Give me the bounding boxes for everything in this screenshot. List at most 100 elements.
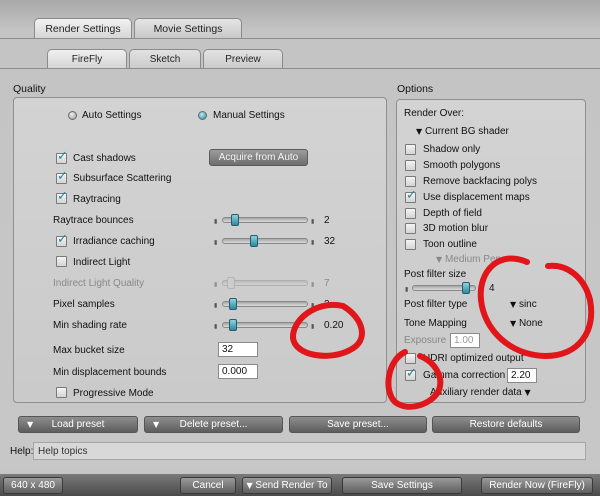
subsurface-label: Subsurface Scattering	[73, 173, 172, 184]
gamma-field[interactable]: 2.20	[507, 368, 537, 383]
remove-backfacing-checkbox[interactable]	[405, 176, 416, 187]
dropdown-arrow-icon: ▼	[246, 481, 253, 490]
slider-max-mark: ▮	[311, 219, 315, 225]
load-preset-button[interactable]: ▼ Load preset	[18, 416, 138, 433]
quality-title: Quality	[13, 83, 46, 95]
exposure-field: 1.00	[450, 333, 480, 348]
post-filter-type-label: Post filter type	[404, 299, 468, 310]
slider-thumb[interactable]	[229, 319, 237, 331]
irradiance-value: 32	[324, 236, 336, 247]
dropdown-arrow-icon: ▼	[27, 420, 34, 429]
post-filter-size-label: Post filter size	[404, 269, 467, 280]
options-title: Options	[397, 83, 434, 95]
remove-backfacing-label: Remove backfacing polys	[423, 176, 537, 187]
help-topics-text: Help topics	[38, 446, 88, 457]
use-displacement-checkbox[interactable]	[405, 188, 417, 203]
slider-thumb[interactable]	[227, 277, 235, 289]
irradiance-caching-checkbox[interactable]	[56, 232, 68, 247]
slider-min-mark: ▮	[214, 282, 218, 288]
indirect-light-label: Indirect Light	[73, 257, 131, 268]
medium-pen-value: Medium Pen	[444, 254, 502, 265]
delete-preset-label: Delete preset...	[179, 419, 248, 430]
max-bucket-size-label: Max bucket size	[53, 345, 125, 356]
slider-min-mark: ▮	[214, 324, 218, 330]
save-settings-button[interactable]: Save Settings	[342, 477, 462, 494]
depth-of-field-checkbox[interactable]	[405, 208, 416, 219]
motion-blur-checkbox[interactable]	[405, 223, 416, 234]
indirect-quality-slider	[222, 277, 308, 289]
progressive-mode-label: Progressive Mode	[73, 388, 154, 399]
tone-mapping-label: Tone Mapping	[404, 318, 467, 329]
slider-max-mark: ▮	[479, 287, 483, 293]
render-now-button[interactable]: Render Now (FireFly)	[481, 477, 593, 494]
pixel-samples-slider[interactable]	[222, 298, 308, 310]
progressive-mode-checkbox[interactable]	[56, 387, 67, 398]
render-over-label: Render Over:	[404, 108, 465, 119]
shadow-only-label: Shadow only	[423, 144, 481, 155]
subtab-divider	[0, 68, 600, 69]
manual-settings-radio[interactable]	[198, 111, 207, 120]
cancel-button[interactable]: Cancel	[180, 477, 236, 494]
help-box	[33, 442, 586, 460]
indirect-light-checkbox[interactable]	[56, 256, 67, 267]
render-over-value: Current BG shader	[424, 126, 509, 137]
render-over-dropdown[interactable]: ▼ Current BG shader	[416, 126, 509, 137]
raytracing-checkbox[interactable]	[56, 189, 68, 204]
slider-thumb[interactable]	[229, 298, 237, 310]
toon-outline-checkbox[interactable]	[405, 239, 416, 250]
acquire-from-auto-button[interactable]: Acquire from Auto	[209, 149, 308, 166]
dropdown-arrow-icon: ▼	[510, 319, 517, 328]
indirect-quality-label: Indirect Light Quality	[53, 278, 145, 289]
tone-mapping-value: None	[518, 318, 543, 329]
tab-firefly[interactable]: FireFly	[47, 49, 127, 68]
raytrace-bounces-slider[interactable]	[222, 214, 308, 226]
gamma-correction-checkbox[interactable]	[405, 366, 417, 381]
auto-settings-radio[interactable]	[68, 111, 77, 120]
dropdown-arrow-icon: ▼	[153, 420, 160, 429]
hdri-output-checkbox[interactable]	[405, 353, 416, 364]
send-render-to-button[interactable]: ▼ Send Render To	[242, 477, 332, 494]
indirect-quality-value: 7	[324, 278, 330, 289]
tab-render-settings[interactable]: Render Settings	[34, 18, 132, 38]
medium-pen-dropdown: ▼ Medium Pen	[436, 254, 501, 265]
depth-of-field-label: Depth of field	[423, 208, 482, 219]
restore-defaults-button[interactable]: Restore defaults	[432, 416, 580, 433]
max-bucket-size-field[interactable]: 32	[218, 342, 258, 357]
min-displacement-field[interactable]: 0.000	[218, 364, 258, 379]
slider-thumb[interactable]	[231, 214, 239, 226]
post-filter-type-value: sinc	[518, 299, 537, 310]
exposure-label: Exposure	[404, 335, 447, 346]
gamma-correction-label: Gamma correction	[423, 370, 506, 381]
delete-preset-button[interactable]: ▼ Delete preset...	[144, 416, 283, 433]
dropdown-arrow-icon: ▼	[510, 300, 517, 309]
auxiliary-render-data-dropdown[interactable]: Auxiliary render data ▼	[430, 387, 531, 398]
shadow-only-checkbox[interactable]	[405, 144, 416, 155]
subsurface-checkbox[interactable]	[56, 169, 68, 184]
tone-mapping-dropdown[interactable]: ▼ None	[510, 318, 543, 329]
slider-thumb[interactable]	[250, 235, 258, 247]
post-filter-type-dropdown[interactable]: ▼ sinc	[510, 299, 537, 310]
tab-preview[interactable]: Preview	[203, 49, 283, 68]
min-shading-rate-label: Min shading rate	[53, 320, 127, 331]
auto-settings-label: Auto Settings	[82, 110, 142, 121]
auxiliary-render-data-label: Auxiliary render data	[430, 387, 522, 398]
post-filter-size-slider[interactable]	[412, 282, 476, 294]
dropdown-arrow-icon: ▼	[416, 127, 423, 136]
min-shading-rate-slider[interactable]	[222, 319, 308, 331]
save-preset-button[interactable]: Save preset...	[289, 416, 427, 433]
irradiance-slider[interactable]	[222, 235, 308, 247]
send-render-to-label: Send Render To	[255, 480, 328, 491]
tab-sketch[interactable]: Sketch	[129, 49, 201, 68]
slider-thumb[interactable]	[462, 282, 470, 294]
slider-max-mark: ▮	[311, 282, 315, 288]
smooth-polygons-checkbox[interactable]	[405, 160, 416, 171]
cast-shadows-checkbox[interactable]	[56, 149, 68, 164]
smooth-polygons-label: Smooth polygons	[423, 160, 501, 171]
tab-movie-settings[interactable]: Movie Settings	[134, 18, 242, 38]
min-displacement-label: Min displacement bounds	[53, 367, 167, 378]
cast-shadows-label: Cast shadows	[73, 153, 136, 164]
slider-max-mark: ▮	[311, 303, 315, 309]
post-filter-size-value: 4	[489, 283, 495, 294]
irradiance-caching-label: Irradiance caching	[73, 236, 155, 247]
pixel-samples-value: 3	[324, 299, 330, 310]
